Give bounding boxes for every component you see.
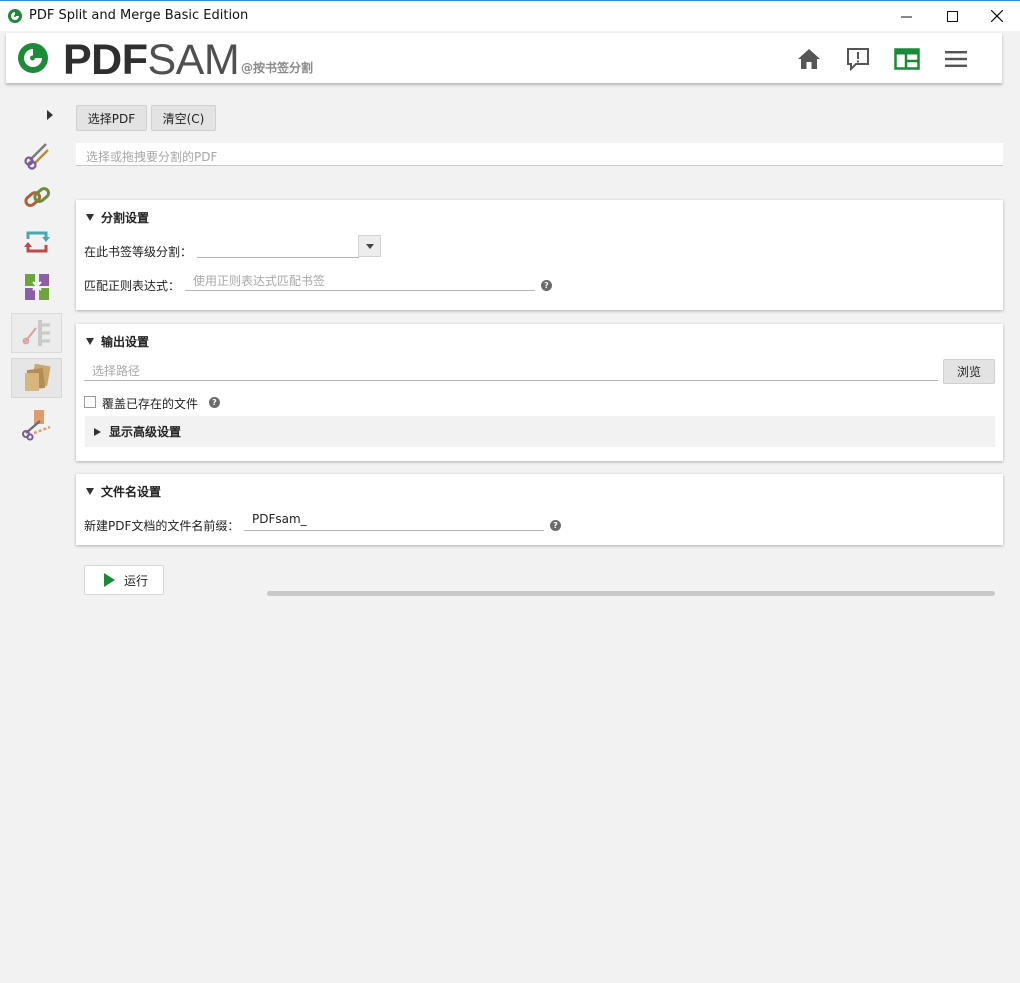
prefix-help-icon[interactable]: ?	[550, 520, 561, 531]
sidebar-item-split-by-bookmarks[interactable]	[11, 313, 62, 353]
run-button[interactable]: 运行	[84, 565, 164, 595]
sidebar-item-merge[interactable]	[11, 178, 62, 218]
sidebar-item-split[interactable]	[11, 133, 62, 173]
output-settings-header[interactable]: 输出设置	[86, 333, 149, 350]
filename-settings-header[interactable]: 文件名设置	[86, 483, 161, 500]
home-button[interactable]	[795, 45, 823, 73]
progress-bar	[267, 591, 995, 596]
maximize-button[interactable]	[929, 1, 975, 31]
clear-button[interactable]: 清空(C)	[151, 105, 216, 131]
overwrite-help-icon[interactable]: ?	[209, 397, 220, 408]
news-button[interactable]	[844, 45, 872, 73]
run-label: 运行	[124, 573, 149, 588]
browse-button[interactable]: 浏览	[943, 359, 995, 384]
advanced-settings-label: 显示高级设置	[109, 425, 182, 439]
collapse-arrow-icon	[86, 338, 94, 345]
app-logo-icon	[8, 9, 22, 23]
sidebar-item-rotate[interactable]	[11, 222, 62, 262]
regex-input[interactable]: 使用正则表达式匹配书签	[185, 271, 535, 291]
app-header: PDFSAM @按书签分割	[6, 33, 1002, 84]
home-icon	[798, 49, 820, 69]
prefix-label: 新建PDF文档的文件名前缀：	[84, 519, 240, 533]
regex-help-icon[interactable]: ?	[541, 280, 552, 291]
overwrite-label[interactable]: 覆盖已存在的文件	[102, 395, 198, 412]
brand-logo-text: PDFSAM	[63, 36, 240, 84]
split-settings-header[interactable]: 分割设置	[86, 209, 149, 226]
minimize-button[interactable]	[883, 1, 929, 31]
alternate-mix-icon	[24, 274, 49, 300]
output-settings-panel: 输出设置 选择路径 浏览 覆盖已存在的文件 ? 显示高级设置	[76, 324, 1003, 461]
output-path-input[interactable]: 选择路径	[84, 361, 938, 381]
expand-sidebar-icon[interactable]	[44, 108, 56, 122]
sidebar-item-extract[interactable]	[11, 404, 62, 444]
chain-link-icon	[23, 187, 50, 207]
maximize-icon	[946, 10, 958, 22]
window-title: PDF Split and Merge Basic Edition	[29, 8, 249, 23]
filename-settings-panel: 文件名设置 新建PDF文档的文件名前缀： PDFsam_ ?	[76, 474, 1003, 545]
collapse-arrow-icon	[86, 214, 94, 221]
pdf-drop-field[interactable]: 选择或拖拽要分割的PDF	[76, 143, 1003, 166]
sidebar-item-mix[interactable]	[11, 267, 62, 307]
play-icon	[104, 573, 115, 587]
split-by-bookmarks-icon	[22, 320, 50, 346]
sidebar-item-split-by-size[interactable]	[11, 358, 62, 398]
menu-button[interactable]	[942, 45, 970, 73]
bookmark-level-dropdown-button[interactable]	[358, 235, 381, 257]
filename-settings-title: 文件名设置	[101, 485, 162, 499]
advanced-settings-toggle[interactable]: 显示高级设置	[85, 416, 995, 447]
select-pdf-button[interactable]: 选择PDF	[76, 105, 147, 131]
feedback-icon	[847, 48, 869, 71]
regex-label: 匹配正则表达式：	[84, 279, 181, 293]
overwrite-checkbox[interactable]	[84, 396, 96, 408]
minimize-icon	[900, 16, 912, 17]
collapse-arrow-icon	[86, 488, 94, 495]
rotate-icon	[23, 231, 50, 253]
output-settings-title: 输出设置	[101, 335, 150, 349]
split-by-size-icon	[24, 363, 51, 391]
close-icon	[991, 10, 1003, 22]
dashboard-button[interactable]	[893, 45, 921, 73]
bookmark-level-label: 在此书签等级分割：	[84, 245, 193, 259]
prefix-input[interactable]: PDFsam_	[244, 511, 544, 531]
expand-arrow-icon	[94, 427, 101, 436]
split-settings-panel: 分割设置 在此书签等级分割： 匹配正则表达式： 使用正则表达式匹配书签 ?	[76, 200, 1003, 310]
scissors-icon	[23, 143, 49, 170]
extract-pages-icon	[21, 410, 50, 441]
dashboard-icon	[894, 48, 920, 70]
bookmark-level-combo[interactable]	[197, 238, 359, 258]
title-bar: PDF Split and Merge Basic Edition	[0, 0, 1020, 31]
module-subtitle: @按书签分割	[241, 61, 314, 75]
pdfsam-logo-icon	[18, 43, 48, 73]
split-settings-title: 分割设置	[101, 211, 150, 225]
hamburger-menu-icon	[945, 51, 967, 67]
chevron-down-icon	[365, 243, 374, 249]
close-window-button[interactable]	[974, 1, 1020, 31]
